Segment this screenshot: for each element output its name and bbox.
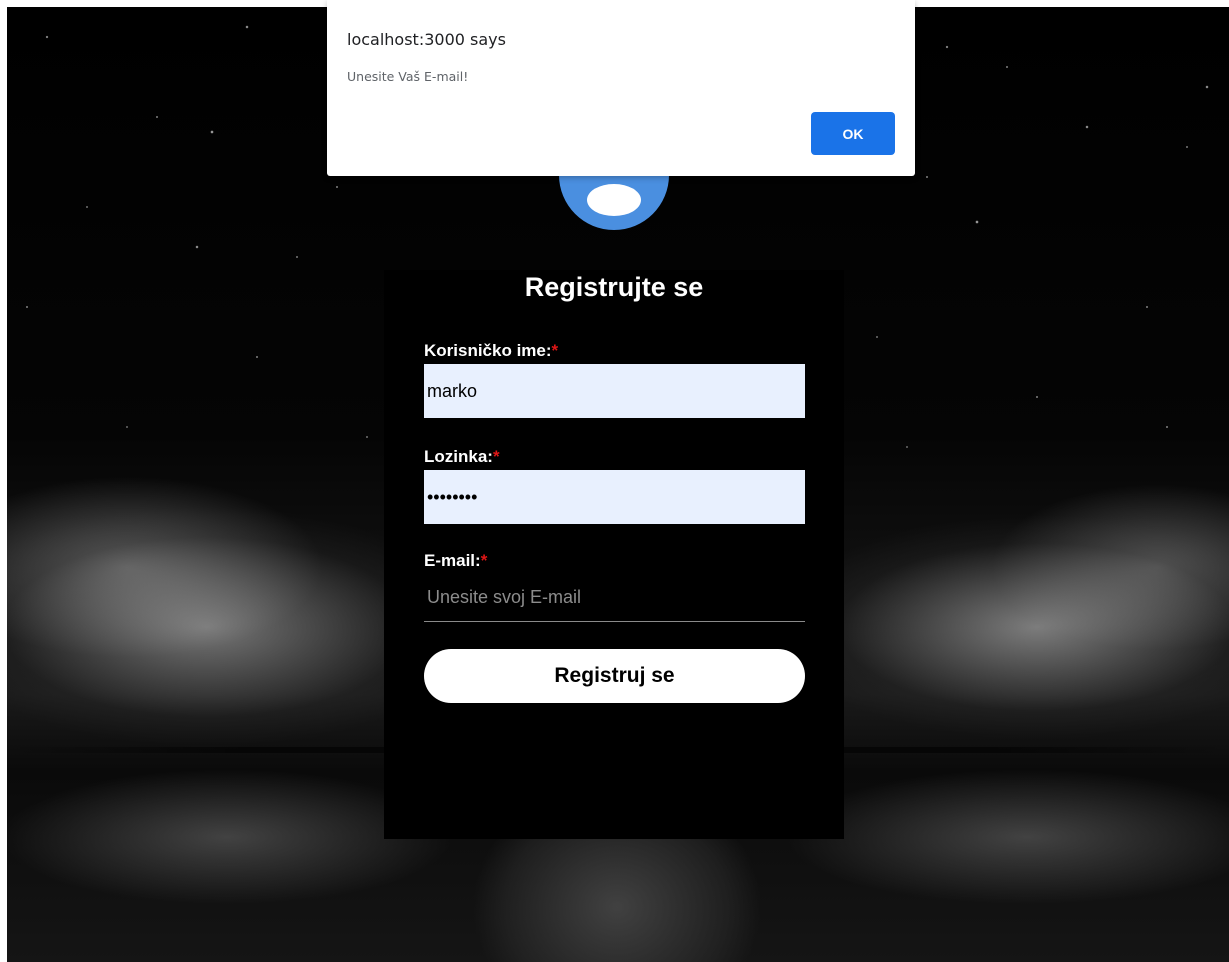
form-title: Registrujte se <box>524 272 704 302</box>
password-label: Lozinka:* <box>424 447 500 467</box>
username-label: Korisničko ime:* <box>424 341 558 361</box>
email-input[interactable] <box>424 574 805 622</box>
username-label-text: Korisničko ime: <box>424 341 552 360</box>
dialog-message: Unesite Vaš E-mail! <box>347 69 469 84</box>
dialog-origin: localhost:3000 says <box>347 30 506 49</box>
password-label-text: Lozinka: <box>424 447 493 466</box>
username-input[interactable] <box>424 364 805 418</box>
email-label: E-mail:* <box>424 551 487 571</box>
dialog-ok-button[interactable]: OK <box>811 112 895 155</box>
required-marker: * <box>480 551 488 570</box>
register-button[interactable]: Registruj se <box>424 649 805 703</box>
password-input[interactable] <box>424 470 805 524</box>
required-marker: * <box>492 447 500 466</box>
alert-dialog: localhost:3000 says Unesite Vaš E-mail! … <box>327 0 915 176</box>
required-marker: * <box>551 341 559 360</box>
avatar-body-shape <box>587 184 641 216</box>
email-label-text: E-mail: <box>424 551 481 570</box>
